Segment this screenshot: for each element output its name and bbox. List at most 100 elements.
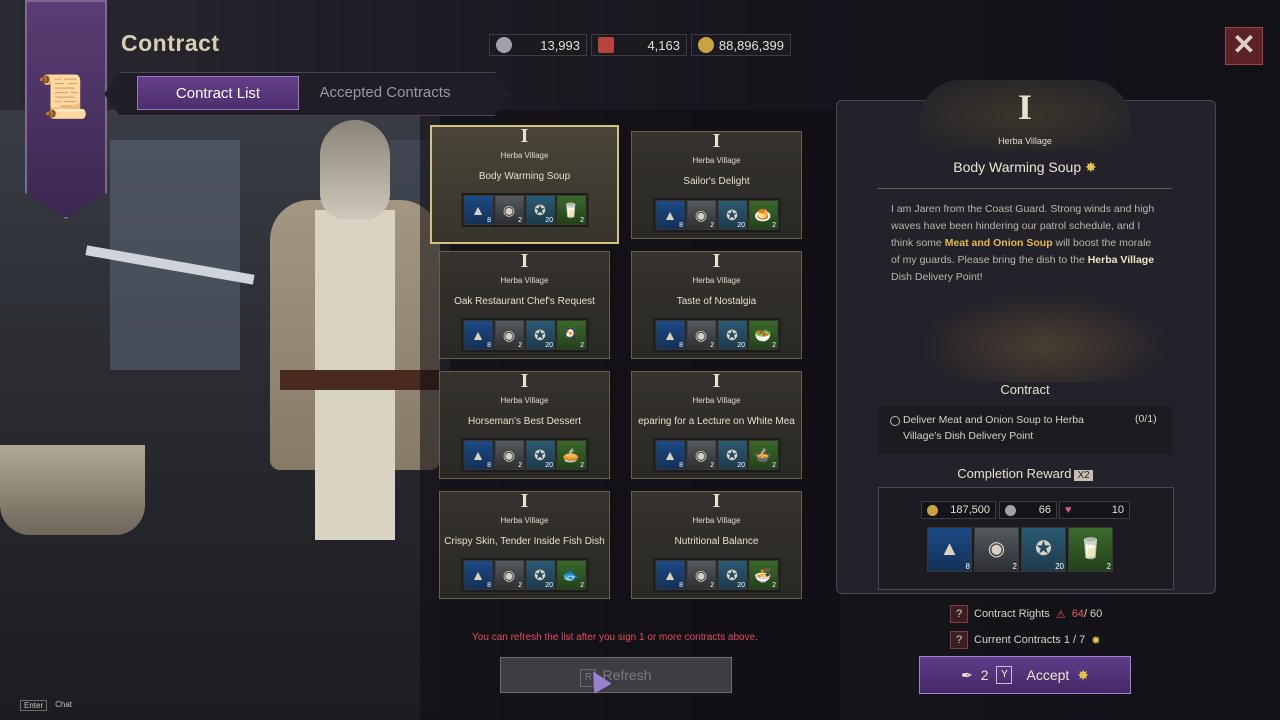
close-button[interactable]: ✕ bbox=[1225, 27, 1263, 65]
card-items: ▲ 8 ◉ 2 ✪ 20 🥛 2 bbox=[461, 193, 588, 227]
contract-rights: ? Contract Rights ⚠ 64/ 60 bbox=[950, 605, 1102, 623]
contract-card[interactable]: I Herba Village Crispy Skin, Tender Insi… bbox=[439, 490, 610, 599]
accept-button[interactable]: ✒ 2 Y Accept ✸ bbox=[919, 656, 1131, 694]
contract-card[interactable]: I Herba Village eparing for a Lecture on… bbox=[631, 370, 802, 479]
task-progress: (0/1) bbox=[1135, 413, 1157, 425]
refresh-button[interactable]: R Refresh bbox=[500, 657, 732, 693]
silver-coin-icon bbox=[496, 37, 512, 53]
card-items: ▲ 8 ◉ 2 ✪ 20 🍲 2 bbox=[653, 438, 780, 472]
gold-medal-icon: ✪ 20 bbox=[1021, 527, 1066, 572]
meal-bowl-icon: 🍜 2 bbox=[748, 560, 778, 590]
warning-icon: ⚠ bbox=[1055, 608, 1066, 621]
scroll-icon: 📜 bbox=[36, 73, 90, 120]
salt-item-icon: ▲ 8 bbox=[463, 320, 493, 350]
pudding-icon: 🍮 2 bbox=[748, 200, 778, 230]
help-icon[interactable]: ? bbox=[950, 605, 968, 623]
card-items: ▲ 8 ◉ 2 ✪ 20 🍮 2 bbox=[653, 198, 780, 232]
contract-ticket-icon bbox=[598, 37, 614, 53]
heart-icon: ♥ bbox=[1065, 504, 1072, 516]
card-items: ▲ 8 ◉ 2 ✪ 20 🐟 2 bbox=[461, 558, 588, 592]
divider bbox=[878, 188, 1172, 189]
gold-medal-icon: ✪ 20 bbox=[717, 320, 747, 350]
detail-title: Body Warming Soup ✸ bbox=[953, 159, 1097, 175]
tier-badge: I bbox=[520, 490, 529, 512]
card-items: ▲ 8 ◉ 2 ✪ 20 🥗 2 bbox=[653, 318, 780, 352]
detail-village: Herba Village bbox=[998, 136, 1052, 146]
soup-bowl-icon: 🍲 2 bbox=[748, 440, 778, 470]
scene-tub bbox=[0, 445, 145, 535]
gold-medal-icon: ✪ 20 bbox=[525, 560, 555, 590]
salt-item-icon: ▲ 8 bbox=[655, 200, 685, 230]
reward-heading: Completion Reward X2 bbox=[880, 466, 1170, 481]
card-name: Horseman's Best Dessert bbox=[467, 416, 582, 427]
reward-multiplier: X2 bbox=[1074, 470, 1093, 481]
card-name: Oak Restaurant Chef's Request bbox=[454, 296, 595, 307]
gold-medal-icon: ✪ 20 bbox=[525, 195, 555, 225]
card-village: Herba Village bbox=[500, 276, 549, 285]
npc-belt bbox=[280, 370, 440, 390]
card-items: ▲ 8 ◉ 2 ✪ 20 🍳 2 bbox=[461, 318, 588, 352]
reward-gold: 187,500 bbox=[921, 501, 996, 519]
reward-affinity: ♥ 10 bbox=[1059, 501, 1130, 519]
contract-card[interactable]: I Herba Village Horseman's Best Dessert … bbox=[439, 370, 610, 479]
sparkle-icon: ✸ bbox=[1085, 159, 1097, 175]
milk-bottle-icon: 🥛 2 bbox=[556, 195, 586, 225]
skull-token-icon: ◉ 2 bbox=[494, 560, 524, 590]
silver-coin-icon bbox=[1005, 504, 1016, 516]
contract-heading: Contract bbox=[1000, 382, 1050, 397]
gold-medal-icon: ✪ 20 bbox=[525, 320, 555, 350]
gold-coin-icon bbox=[698, 37, 714, 53]
contract-card[interactable]: I Herba Village Sailor's Delight ▲ 8 ◉ 2 ✪… bbox=[631, 130, 802, 239]
skull-token-icon: ◉ 2 bbox=[974, 527, 1019, 572]
card-name: Crispy Skin, Tender Inside Fish Dish bbox=[444, 536, 605, 547]
contract-card[interactable]: I Herba Village Nutritional Balance ▲ 8 ◉… bbox=[631, 490, 802, 599]
milk-bottle-icon: 🥛 2 bbox=[1068, 527, 1113, 572]
chat-hint[interactable]: Enter Chat bbox=[20, 700, 72, 711]
reward-items: ▲ 8 ◉ 2 ✪ 20 🥛 2 bbox=[927, 527, 1113, 572]
task-status-icon bbox=[890, 416, 900, 426]
card-village: Herba Village bbox=[692, 516, 741, 525]
salt-item-icon: ▲ 8 bbox=[655, 320, 685, 350]
card-village: Herba Village bbox=[692, 396, 741, 405]
gold-medal-icon: ✪ 20 bbox=[717, 440, 747, 470]
currency-value: 4,163 bbox=[647, 37, 680, 53]
gold-medal-icon: ✪ 20 bbox=[717, 560, 747, 590]
current-contracts: ? Current Contracts 1 / 7 ✸ bbox=[950, 631, 1101, 649]
scroll-cost-icon: ✒ bbox=[960, 666, 973, 683]
dish-plate-icon: 🍳 2 bbox=[556, 320, 586, 350]
contract-card[interactable]: I Herba Village Body Warming Soup ▲ 8 ◉ 2 … bbox=[430, 125, 619, 244]
card-name: Sailor's Delight bbox=[683, 176, 750, 187]
gold-coin-icon bbox=[927, 504, 938, 516]
skull-token-icon: ◉ 2 bbox=[494, 195, 524, 225]
contract-card[interactable]: I Herba Village Taste of Nostalgia ▲ 8 ◉ 2… bbox=[631, 250, 802, 359]
npc-character bbox=[85, 120, 445, 550]
skull-token-icon: ◉ 2 bbox=[686, 320, 716, 350]
tier-badge: I bbox=[712, 370, 721, 392]
tab-accepted-contracts[interactable]: Accepted Contracts bbox=[303, 76, 467, 110]
tier-badge: I bbox=[712, 490, 721, 512]
help-icon[interactable]: ? bbox=[950, 631, 968, 649]
currency-ticket: 4,163 bbox=[591, 34, 687, 56]
salt-item-icon: ▲ 8 bbox=[655, 560, 685, 590]
detail-tier-badge: I bbox=[1017, 87, 1032, 127]
card-items: ▲ 8 ◉ 2 ✪ 20 🍜 2 bbox=[653, 558, 780, 592]
salt-item-icon: ▲ 8 bbox=[463, 440, 493, 470]
skull-token-icon: ◉ 2 bbox=[686, 440, 716, 470]
sparkle-icon: ✸ bbox=[1077, 666, 1090, 683]
tier-badge: I bbox=[520, 370, 529, 392]
page-title: Contract bbox=[121, 30, 220, 56]
close-icon: ✕ bbox=[1232, 29, 1256, 60]
task-text: Deliver Meat and Onion Soup to Herba Vil… bbox=[903, 414, 1084, 442]
fish-dish-icon: 🐟 2 bbox=[556, 560, 586, 590]
card-name: Body Warming Soup bbox=[478, 171, 571, 182]
card-name: Taste of Nostalgia bbox=[676, 296, 757, 307]
salt-item-icon: ▲ 8 bbox=[463, 560, 493, 590]
tab-contract-list[interactable]: Contract List bbox=[137, 76, 299, 110]
card-name: eparing for a Lecture on White Mea bbox=[638, 416, 795, 427]
contract-card[interactable]: I Herba Village Oak Restaurant Chef's Re… bbox=[439, 250, 610, 359]
currency-value: 88,896,399 bbox=[718, 37, 784, 53]
currency-gold: 88,896,399 bbox=[691, 34, 791, 56]
gold-medal-icon: ✪ 20 bbox=[717, 200, 747, 230]
card-name: Nutritional Balance bbox=[674, 536, 759, 547]
tier-badge: I bbox=[712, 130, 721, 152]
